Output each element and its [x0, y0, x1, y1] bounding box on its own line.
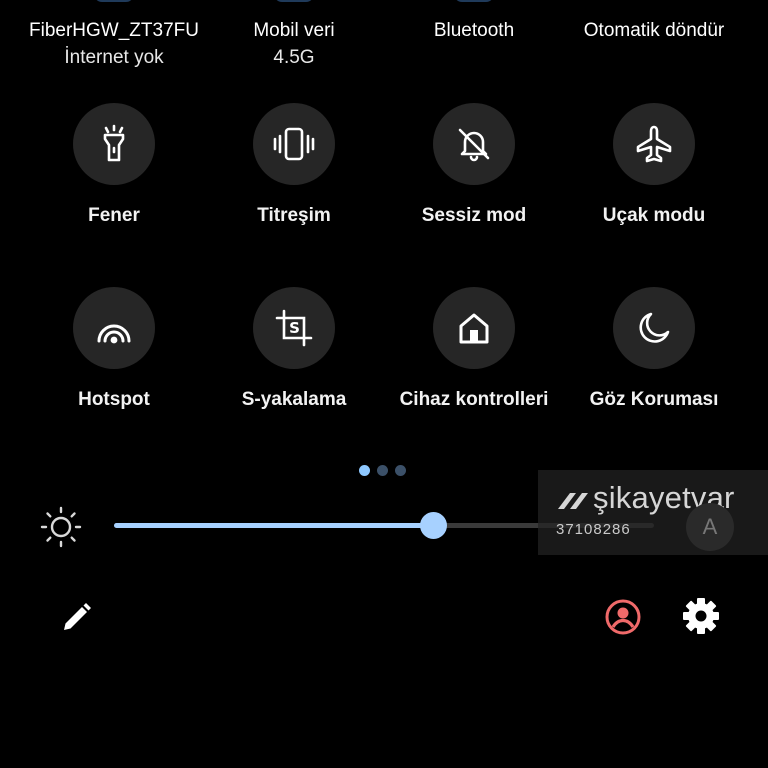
flashlight-label: Fener [88, 205, 140, 226]
auto-brightness-button[interactable]: A [686, 503, 734, 551]
vibrate-label: Titreşim [257, 205, 331, 226]
silent-mode-label: Sessiz mod [421, 205, 527, 226]
mobile-data-tile-edge [274, 0, 314, 2]
watermark: şikayetvar 37108286 [538, 470, 768, 555]
hotspot-icon [97, 324, 131, 344]
eye-comfort-label: Göz Koruması [589, 389, 719, 410]
page-dot[interactable] [359, 465, 370, 476]
mobile-data-status-label: 4.5G [273, 47, 315, 68]
bell-off-icon [458, 128, 490, 162]
s-capture-label: S-yakalama [241, 389, 347, 410]
settings-gear-icon[interactable] [681, 596, 721, 636]
account-icon[interactable] [604, 598, 642, 636]
auto-rotate-label: Otomatik döndür [583, 20, 725, 41]
s-capture-button[interactable]: S [253, 287, 335, 369]
mobile-data-label: Mobil veri [253, 20, 335, 41]
svg-text:S: S [289, 319, 300, 337]
eye-comfort-button[interactable] [613, 287, 695, 369]
wifi-network-label: FiberHGW_ZT37FU [29, 20, 199, 41]
brightness-icon [40, 506, 82, 548]
home-icon [459, 313, 489, 344]
wifi-status-label: İnternet yok [64, 47, 164, 68]
bluetooth-label: Bluetooth [433, 20, 515, 41]
moon-icon [639, 312, 670, 343]
flashlight-icon [103, 124, 125, 162]
hotspot-button[interactable] [73, 287, 155, 369]
vibrate-icon [273, 127, 315, 161]
hotspot-label: Hotspot [78, 389, 150, 410]
device-controls-button[interactable] [433, 287, 515, 369]
watermark-code: 37108286 [556, 521, 631, 538]
auto-brightness-label: A [702, 514, 718, 539]
wifi-tile-edge [94, 0, 134, 2]
page-indicator [359, 465, 406, 476]
device-controls-label: Cihaz kontrolleri [399, 389, 549, 410]
flashlight-button[interactable] [73, 103, 155, 185]
edit-pencil-icon[interactable] [58, 600, 94, 636]
vibrate-button[interactable] [253, 103, 335, 185]
page-dot[interactable] [395, 465, 406, 476]
watermark-logo-icon [558, 493, 588, 509]
screenshot-icon: S [275, 309, 313, 347]
silent-mode-button[interactable] [433, 103, 515, 185]
bluetooth-tile-edge [454, 0, 494, 2]
airplane-icon [636, 125, 672, 163]
airplane-mode-button[interactable] [613, 103, 695, 185]
airplane-mode-label: Uçak modu [602, 205, 706, 226]
page-dot[interactable] [377, 465, 388, 476]
brightness-slider-fill [114, 523, 433, 528]
brightness-slider-thumb[interactable] [419, 512, 447, 539]
